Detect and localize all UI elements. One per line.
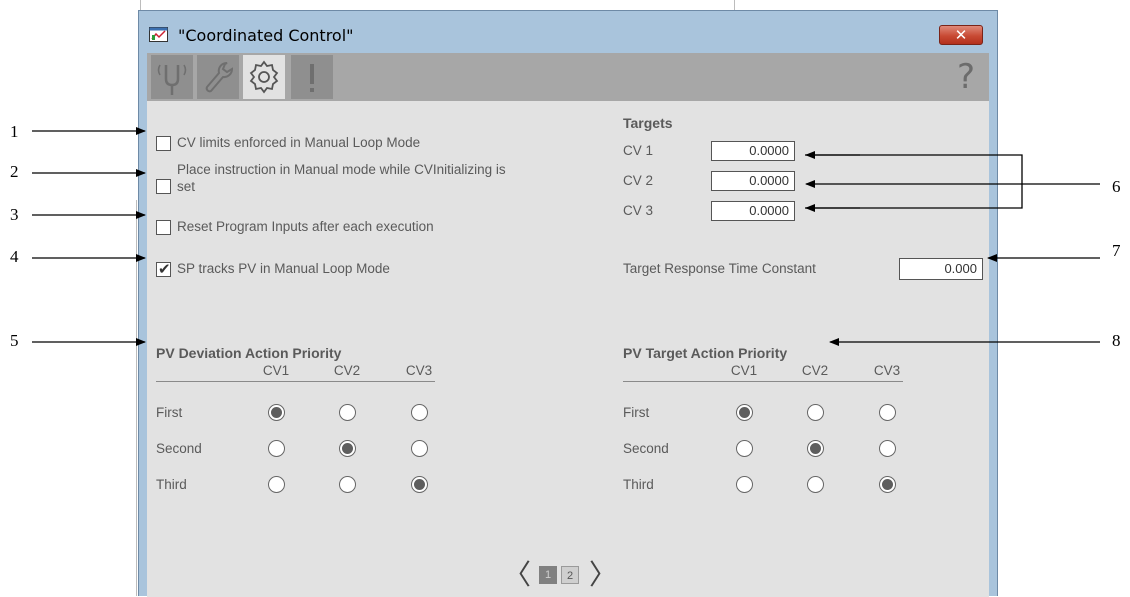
tab-diagnostics[interactable] bbox=[151, 55, 193, 99]
pv-target-first-cv1-radio[interactable] bbox=[736, 404, 753, 421]
pv-target-third-cv3-radio[interactable] bbox=[879, 476, 896, 493]
pv-deviation-first-cv1-radio[interactable] bbox=[268, 404, 285, 421]
callout-8: 8 bbox=[1112, 331, 1121, 350]
target-cv3-label: CV 3 bbox=[623, 203, 654, 218]
pv-deviation-third-cv3-radio[interactable] bbox=[411, 476, 428, 493]
pv-target-second-cv1-radio[interactable] bbox=[736, 440, 753, 457]
pv-deviation-col-cv3: CV3 bbox=[405, 363, 433, 378]
previous-page-icon[interactable]: 〈 bbox=[503, 553, 531, 593]
target-cv2-field[interactable]: 0.0000 bbox=[711, 171, 795, 191]
help-icon[interactable]: ? bbox=[957, 57, 975, 97]
pv-deviation-second-cv2-radio[interactable] bbox=[339, 440, 356, 457]
checkmark-icon: ✔ bbox=[158, 260, 171, 278]
pv-deviation-row-second-label: Second bbox=[156, 441, 202, 456]
pv-deviation-row-third-label: Third bbox=[156, 477, 187, 492]
target-response-time-label: Target Response Time Constant bbox=[623, 261, 816, 276]
reset-program-inputs-label: Reset Program Inputs after each executio… bbox=[177, 219, 434, 234]
target-cv1-label: CV 1 bbox=[623, 143, 654, 158]
pv-deviation-col-cv2: CV2 bbox=[333, 363, 361, 378]
manual-mode-cvinit-checkbox[interactable] bbox=[156, 179, 171, 194]
callout-1: 1 bbox=[10, 122, 19, 141]
target-cv3-field[interactable]: 0.0000 bbox=[711, 201, 795, 221]
close-button[interactable]: ✕ bbox=[939, 25, 983, 45]
manual-mode-cvinit-label-line2: set bbox=[177, 179, 196, 194]
pv-target-row-first-label: First bbox=[623, 405, 650, 420]
cv-limits-label: CV limits enforced in Manual Loop Mode bbox=[177, 135, 421, 150]
cv-limits-checkbox[interactable] bbox=[156, 136, 171, 151]
page-1-button[interactable]: 1 bbox=[539, 566, 557, 584]
pv-deviation-first-cv3-radio[interactable] bbox=[411, 404, 428, 421]
target-cv1-field[interactable]: 0.0000 bbox=[711, 141, 795, 161]
callout-2: 2 bbox=[10, 162, 19, 181]
page-2-button[interactable]: 2 bbox=[561, 566, 579, 584]
pv-deviation-col-cv1: CV1 bbox=[262, 363, 290, 378]
target-response-time-field[interactable]: 0.000 bbox=[899, 258, 983, 280]
pv-deviation-divider bbox=[156, 381, 435, 382]
sp-tracks-pv-checkbox[interactable]: ✔ bbox=[156, 260, 171, 278]
pv-deviation-heading: PV Deviation Action Priority bbox=[156, 345, 342, 361]
pv-target-third-cv1-radio[interactable] bbox=[736, 476, 753, 493]
target-cv2-label: CV 2 bbox=[623, 173, 654, 188]
callout-7: 7 bbox=[1112, 241, 1121, 260]
pv-target-col-cv2: CV2 bbox=[801, 363, 829, 378]
window-title: "Coordinated Control" bbox=[178, 26, 354, 45]
pv-deviation-row-first-label: First bbox=[156, 405, 183, 420]
gear-icon bbox=[249, 60, 279, 94]
tuning-fork-icon bbox=[157, 64, 187, 95]
pv-target-first-cv2-radio[interactable] bbox=[807, 404, 824, 421]
pv-target-second-cv3-radio[interactable] bbox=[879, 440, 896, 457]
faceplate-window: "Coordinated Control" ✕ ? CV limits enfo… bbox=[138, 10, 998, 597]
next-page-icon[interactable]: 〉 bbox=[589, 553, 617, 593]
callout-4: 4 bbox=[10, 247, 19, 266]
callout-6: 6 bbox=[1112, 177, 1121, 196]
title-bar[interactable]: "Coordinated Control" ✕ bbox=[139, 11, 997, 51]
reset-program-inputs-checkbox[interactable] bbox=[156, 220, 171, 235]
pv-target-third-cv2-radio[interactable] bbox=[807, 476, 824, 493]
pv-target-col-cv3: CV3 bbox=[873, 363, 901, 378]
pv-deviation-third-cv1-radio[interactable] bbox=[268, 476, 285, 493]
pv-deviation-first-cv2-radio[interactable] bbox=[339, 404, 356, 421]
pv-target-divider bbox=[623, 381, 903, 382]
callout-3: 3 bbox=[10, 205, 19, 224]
pv-target-first-cv3-radio[interactable] bbox=[879, 404, 896, 421]
targets-heading: Targets bbox=[623, 115, 673, 131]
pv-target-row-third-label: Third bbox=[623, 477, 654, 492]
wrench-icon bbox=[205, 62, 234, 93]
tab-toolbar: ? bbox=[147, 53, 989, 101]
pv-target-row-second-label: Second bbox=[623, 441, 669, 456]
pv-target-second-cv2-radio[interactable] bbox=[807, 440, 824, 457]
tab-configuration[interactable] bbox=[243, 55, 285, 99]
faceplate-content: ? CV limits enforced in Manual Loop Mode… bbox=[147, 53, 989, 597]
pv-target-heading: PV Target Action Priority bbox=[623, 345, 788, 361]
tab-maintenance[interactable] bbox=[197, 55, 239, 99]
faceplate-app-icon bbox=[149, 27, 168, 42]
tab-alarms[interactable] bbox=[291, 55, 333, 99]
manual-mode-cvinit-label-line1: Place instruction in Manual mode while C… bbox=[177, 162, 506, 177]
pv-deviation-third-cv2-radio[interactable] bbox=[339, 476, 356, 493]
exclamation-icon bbox=[310, 64, 314, 92]
pv-deviation-second-cv1-radio[interactable] bbox=[268, 440, 285, 457]
callout-5: 5 bbox=[10, 331, 19, 350]
pv-target-col-cv1: CV1 bbox=[730, 363, 758, 378]
pv-deviation-second-cv3-radio[interactable] bbox=[411, 440, 428, 457]
sp-tracks-pv-label: SP tracks PV in Manual Loop Mode bbox=[177, 261, 390, 276]
